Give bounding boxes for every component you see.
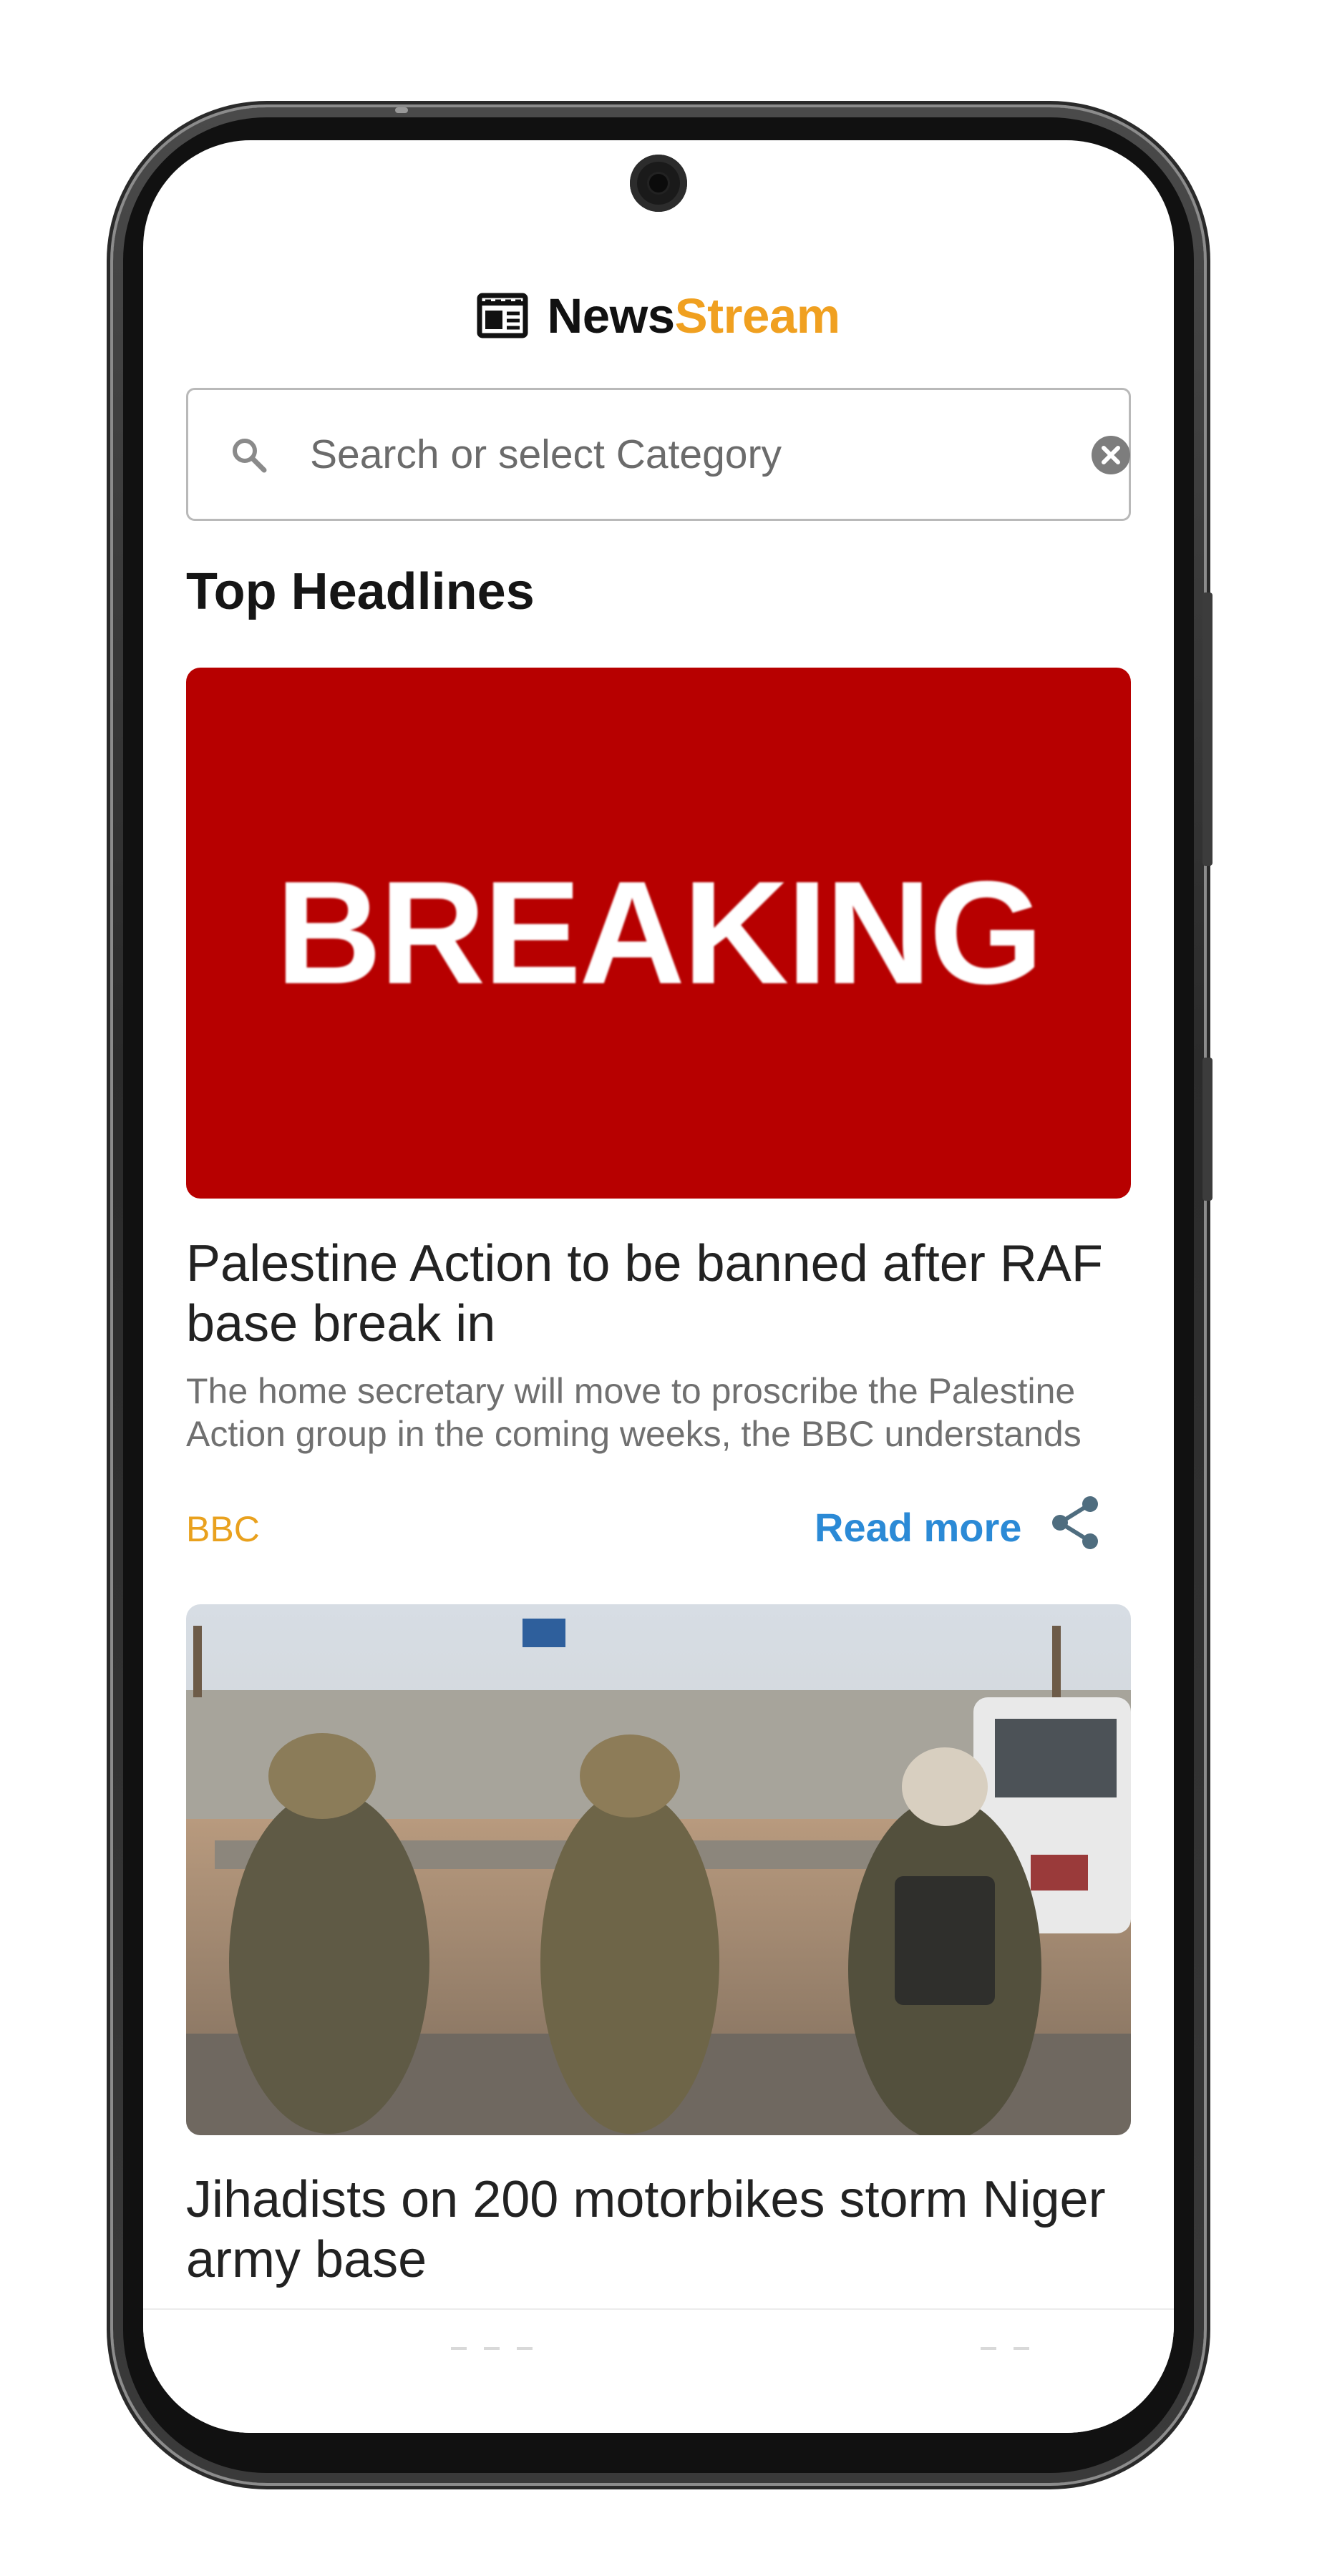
read-more-link[interactable]: Read more [815,1504,1021,1551]
soldiers-photo [186,1604,1131,2135]
device-mockup: NewsStream Top Headlines BREAKING Palest… [0,0,1317,2576]
article-title[interactable]: Jihadists on 200 motorbikes storm Niger … [186,2170,1145,2290]
breaking-banner-text: BREAKING [276,851,1043,1015]
power-button [1202,1058,1212,1201]
brand-part-stream: Stream [674,288,840,343]
section-title: Top Headlines [186,563,535,620]
app-screen: NewsStream Top Headlines BREAKING Palest… [143,140,1174,2433]
nav-hint-right [981,2340,1029,2358]
share-icon[interactable] [1049,1494,1103,1551]
article-description: The home secretary will move to proscrib… [186,1371,1082,1454]
search-input[interactable] [310,419,1011,490]
app-title: NewsStream [547,288,840,344]
volume-button [1202,592,1212,866]
article-image[interactable] [186,1604,1131,2135]
clear-icon[interactable] [1090,434,1132,476]
app-header: NewsStream [143,287,1174,344]
newspaper-icon [477,293,528,338]
brand-part-news: News [547,288,675,343]
front-camera [630,155,687,212]
nav-hint-left [451,2340,533,2358]
article-source: BBC [186,1509,260,1549]
bottom-bar [143,2308,1174,2433]
article-title[interactable]: Palestine Action to be banned after RAF … [186,1234,1145,1354]
top-edge-detail [395,107,408,113]
article-image[interactable]: BREAKING [186,668,1131,1199]
search-icon [233,439,267,473]
search-bar[interactable] [186,388,1131,521]
